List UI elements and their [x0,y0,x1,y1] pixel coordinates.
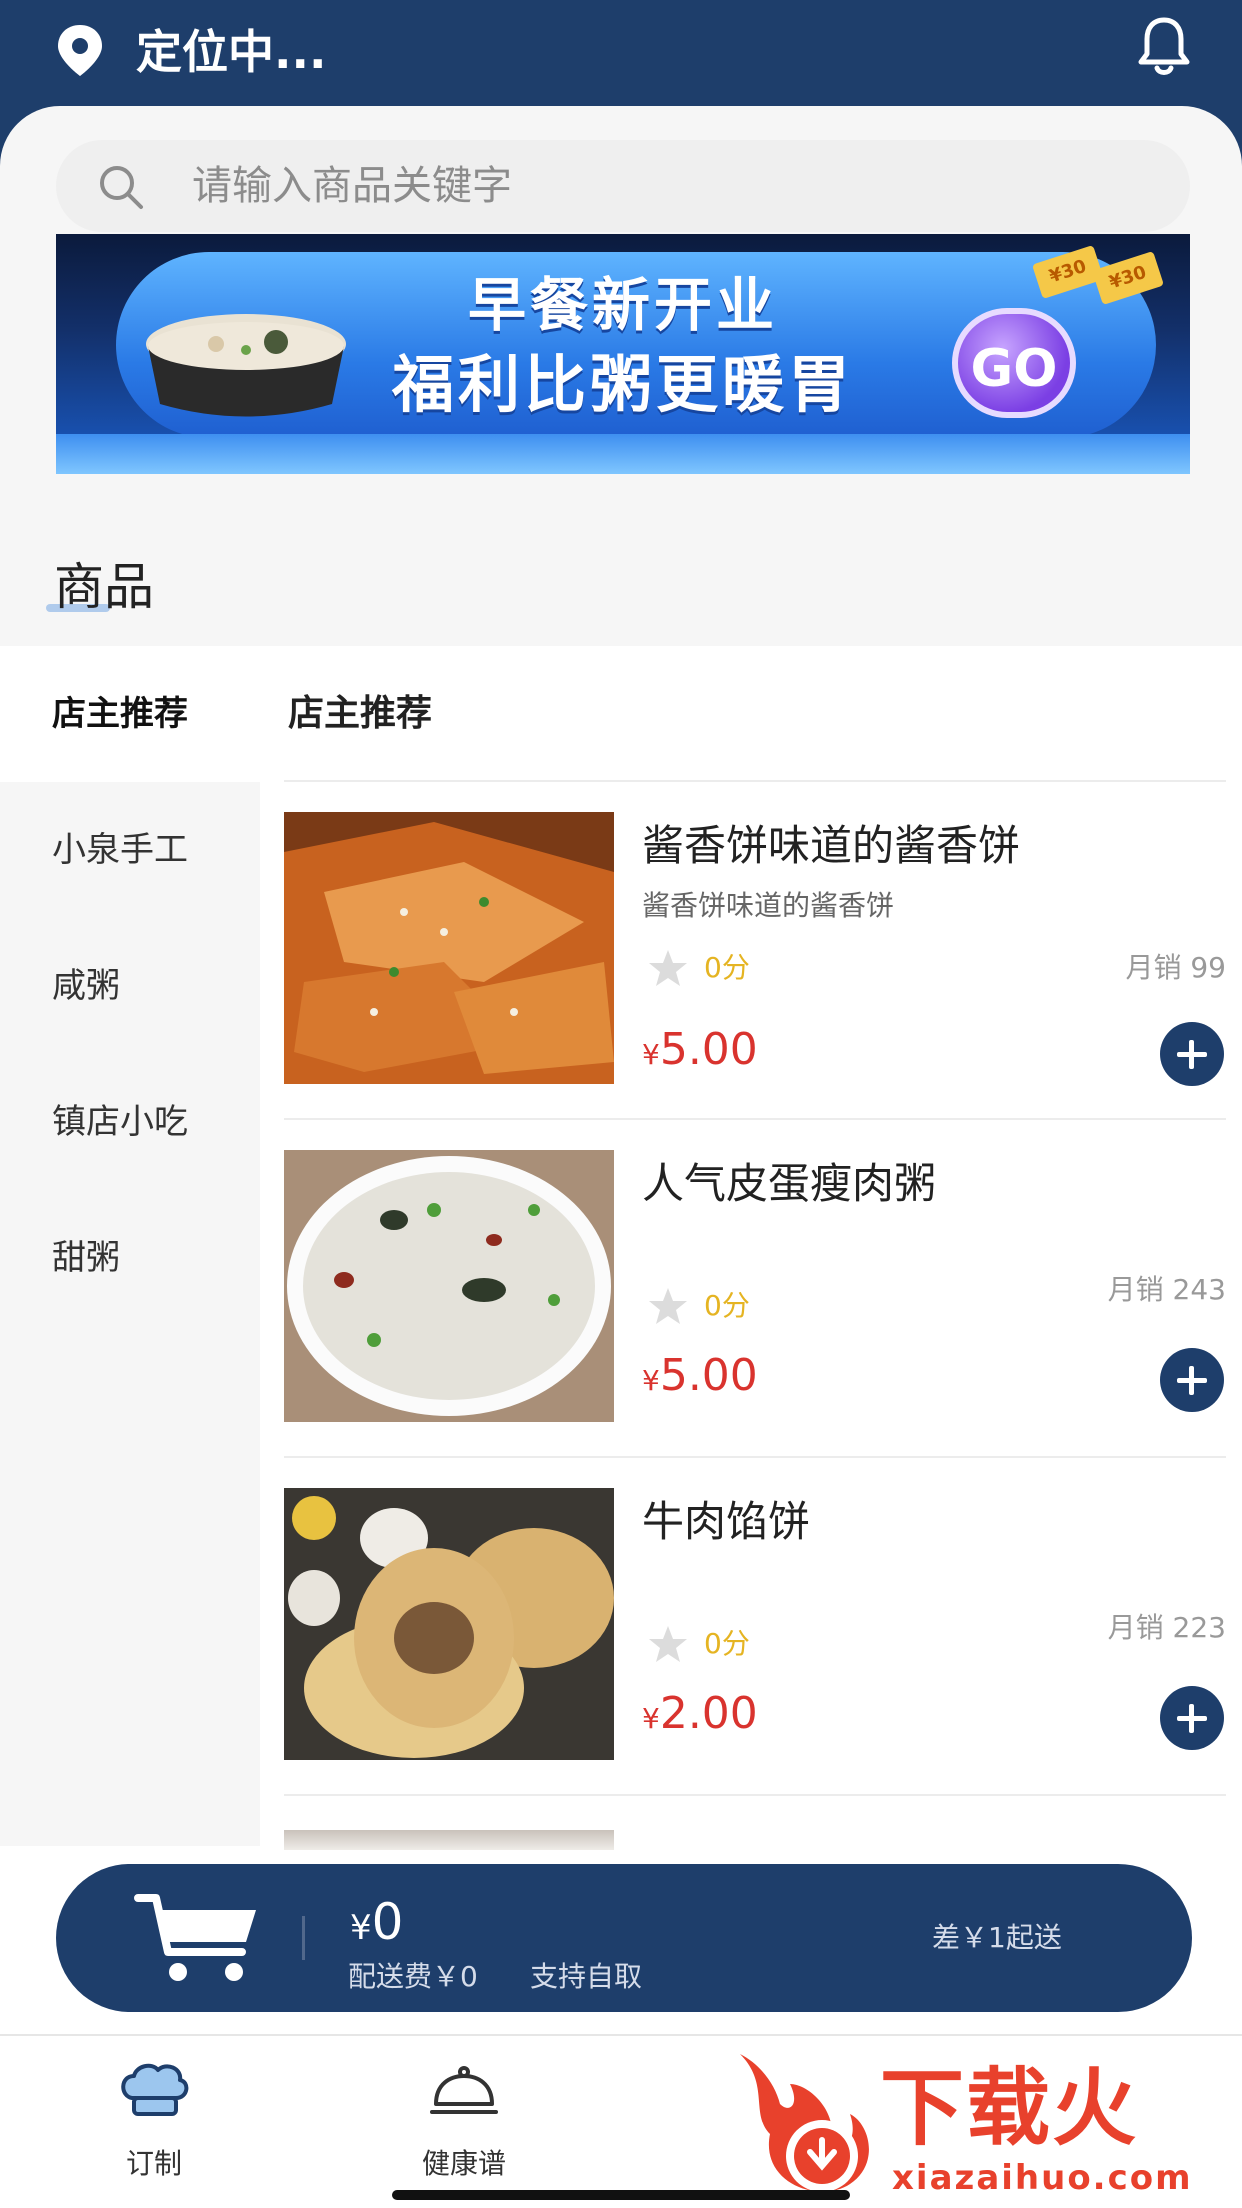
watermark-text: 下载火 [880,2059,1139,2157]
product-image[interactable] [284,1488,614,1760]
location-status[interactable]: 定位中... [136,22,326,82]
chef-hat-icon [121,2063,189,2116]
product-image-partial [284,1830,614,1850]
product-image[interactable] [284,1150,614,1422]
product-name: 酱香饼味道的酱香饼 [642,821,1021,870]
location-pin-icon[interactable] [52,22,108,78]
tab-label: 订制 [125,2147,182,2180]
price-value: 5.00 [659,1350,758,1401]
add-to-cart-button[interactable] [1160,1686,1224,1750]
search-icon [100,166,143,209]
promo-banner[interactable]: 早餐新开业 福利比粥更暖胃 GO ¥30 ¥30 [56,234,1190,474]
category-item-savory-congee[interactable]: 咸粥 [0,918,260,1054]
price-value: 5.00 [659,1024,758,1075]
category-item-sweet-congee[interactable]: 甜粥 [0,1190,260,1326]
banner-stage [56,434,1190,474]
currency-symbol: ¥ [642,1702,660,1735]
tab-label: 健康谱 [421,2147,506,2180]
product-price: ¥5.00 [642,1346,758,1411]
currency-symbol: ¥ [642,1038,660,1071]
cart-total-value: 0 [371,1893,404,1951]
currency-symbol: ¥ [350,1908,372,1948]
watermark-url: xiazaihuo.com [892,2158,1193,2198]
cart-total: ¥0 [350,1894,403,1956]
product-score: 0分 [704,951,750,984]
banner-go-button[interactable]: GO [952,308,1076,418]
delivery-fee: 配送费￥0 [348,1960,478,1993]
star-icon [649,1288,687,1324]
search-bar[interactable]: 请输入商品关键字 [56,140,1190,232]
product-monthly-sales: 月销 99 [1125,951,1226,984]
category-item-featured[interactable]: 店主推荐 [0,646,260,782]
product-name: 牛肉馅饼 [642,1497,811,1546]
cart-bar[interactable]: ¥0 配送费￥0 支持自取 差￥1起送 [56,1864,1192,2012]
star-icon [649,950,687,986]
product-description: 酱香饼味道的酱香饼 [642,889,895,922]
price-value: 2.00 [659,1688,758,1739]
star-icon [649,1626,687,1662]
category-item-snacks[interactable]: 镇店小吃 [0,1054,260,1190]
product-score: 0分 [704,1627,750,1660]
search-input[interactable]: 请输入商品关键字 [192,160,512,212]
bell-icon[interactable] [1134,14,1194,78]
shopping-cart-icon[interactable] [134,1890,264,1986]
product-image[interactable] [284,812,614,1084]
product-card[interactable]: 人气皮蛋瘦肉粥 0分 月销 243 ¥5.00 [284,1120,1226,1458]
tab-custom[interactable]: 订制 [54,2056,254,2186]
add-to-cart-button[interactable] [1160,1348,1224,1412]
list-category-title: 店主推荐 [288,693,433,734]
currency-symbol: ¥ [642,1364,660,1397]
category-sidebar: 店主推荐 小泉手工 咸粥 镇店小吃 甜粥 [0,646,260,1846]
product-price: ¥2.00 [642,1684,758,1749]
category-item-handmade[interactable]: 小泉手工 [0,782,260,918]
self-pickup-label: 支持自取 [530,1960,643,1993]
product-price: ¥5.00 [642,1020,758,1085]
product-card[interactable]: 牛肉馅饼 0分 月销 223 ¥2.00 [284,1458,1226,1796]
minimum-order-notice: 差￥1起送 [932,1921,1062,1954]
product-monthly-sales: 月销 223 [1107,1611,1226,1644]
section-title: 商品 [54,558,154,616]
food-cloche-icon [430,2066,498,2114]
divider [302,1916,305,1960]
home-indicator[interactable] [392,2190,850,2200]
product-card[interactable]: 酱香饼味道的酱香饼 酱香饼味道的酱香饼 0分 月销 99 ¥5.00 [284,782,1226,1120]
product-score: 0分 [704,1289,750,1322]
add-to-cart-button[interactable] [1160,1022,1224,1086]
tab-health-recipes[interactable]: 健康谱 [364,2056,564,2186]
product-name: 人气皮蛋瘦肉粥 [642,1159,937,1208]
product-monthly-sales: 月销 243 [1107,1273,1226,1306]
